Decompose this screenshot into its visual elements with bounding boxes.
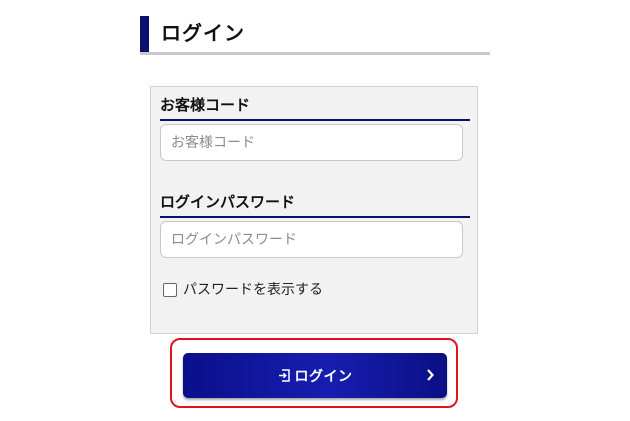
heading-accent-bar <box>140 16 149 52</box>
login-button-label: ログイン <box>294 367 353 384</box>
chevron-right-icon <box>427 369 434 381</box>
password-label: ログインパスワード <box>160 192 470 218</box>
show-password-toggle[interactable]: パスワードを表示する <box>163 280 323 300</box>
login-icon <box>278 369 290 382</box>
login-button[interactable]: ログイン <box>183 353 447 398</box>
login-button-content: ログイン <box>183 353 447 398</box>
login-page: ログイン お客様コード ログインパスワード パスワードを表示する ログイン <box>0 0 630 421</box>
login-form-panel: お客様コード ログインパスワード パスワードを表示する <box>150 86 478 334</box>
customer-code-input[interactable] <box>160 124 463 161</box>
password-input[interactable] <box>160 221 463 258</box>
show-password-label: パスワードを表示する <box>183 282 323 298</box>
page-title: ログイン <box>161 21 245 45</box>
customer-code-label: お客様コード <box>160 95 470 121</box>
page-heading: ログイン <box>140 16 490 55</box>
show-password-checkbox[interactable] <box>163 283 177 297</box>
